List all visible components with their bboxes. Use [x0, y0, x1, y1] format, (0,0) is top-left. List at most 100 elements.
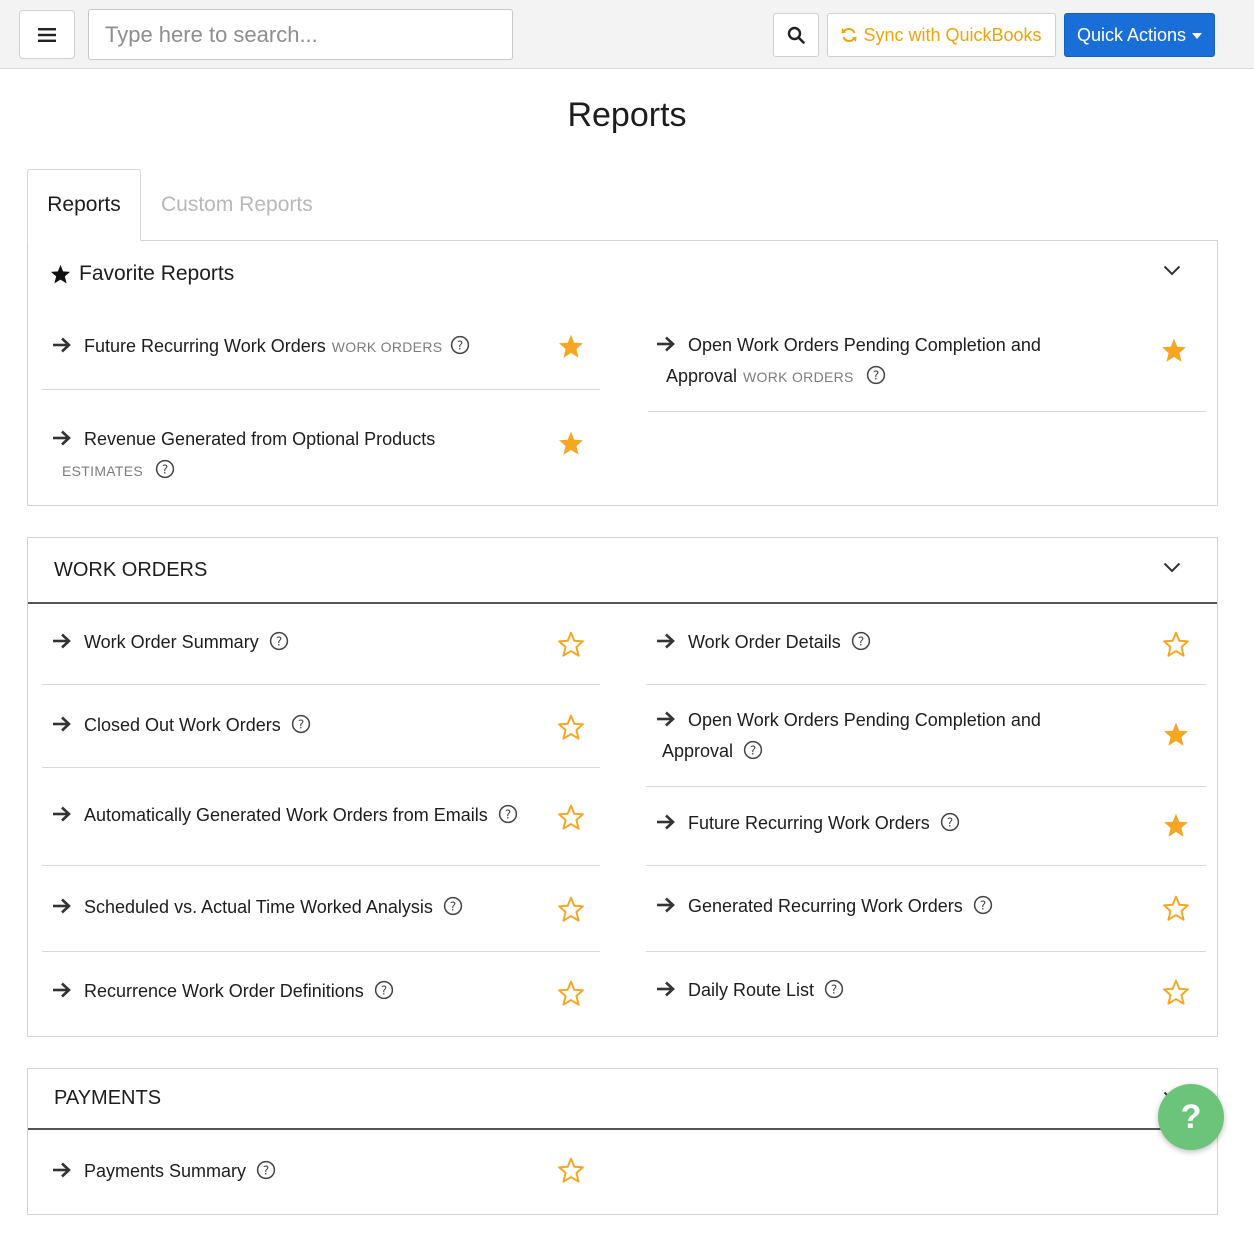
favorite-item-label-continued: Approval	[666, 366, 738, 386]
favorite-item-revenue-optional[interactable]: Revenue Generated from Optional Products…	[42, 424, 582, 486]
svg-text:?: ?	[263, 1163, 269, 1177]
svg-text:?: ?	[298, 718, 304, 732]
help-circle-icon[interactable]: ?	[940, 812, 960, 832]
svg-text:?: ?	[381, 984, 387, 998]
report-category-tag: WORK ORDERS	[331, 339, 443, 355]
tab-custom-reports[interactable]: Custom Reports	[161, 169, 351, 241]
report-item-label: Payments Summary	[84, 1160, 247, 1181]
work-orders-header[interactable]: WORK ORDERS	[28, 538, 1217, 604]
report-item[interactable]: Scheduled vs. Actual Time Worked Analysi…	[42, 892, 562, 926]
help-button[interactable]: ?	[1158, 1084, 1224, 1150]
star-icon	[50, 264, 71, 284]
favorite-item-future-recurring[interactable]: Future Recurring Work Orders WORK ORDERS?	[42, 330, 600, 364]
help-circle-icon[interactable]: ?	[743, 740, 763, 760]
report-item-label: Recurrence Work Order Definitions	[84, 981, 364, 1001]
help-circle-icon[interactable]: ?	[155, 459, 175, 479]
help-circle-icon[interactable]: ?	[824, 979, 844, 999]
favorite-item-label: Future Recurring Work Orders	[84, 336, 326, 356]
help-circle-icon[interactable]: ?	[866, 365, 886, 385]
star-icon[interactable]	[1163, 895, 1189, 921]
favorite-reports-header[interactable]: Favorite Reports	[28, 241, 1217, 307]
divider	[42, 389, 600, 390]
star-icon[interactable]	[558, 430, 584, 456]
help-circle-icon[interactable]: ?	[498, 804, 518, 824]
svg-text:?: ?	[831, 983, 837, 997]
caret-down-icon	[1192, 33, 1203, 39]
arrow-right-icon	[53, 982, 71, 998]
arrow-right-icon	[657, 711, 675, 727]
help-circle-icon[interactable]: ?	[973, 895, 993, 915]
report-item[interactable]: Open Work Orders Pending Completion and A…	[646, 705, 1146, 769]
payments-card: PAYMENTS	[27, 1068, 1218, 1215]
star-icon[interactable]	[558, 631, 584, 657]
star-icon[interactable]	[1163, 631, 1189, 657]
arrow-right-icon	[53, 430, 71, 446]
favorite-item-open-pending[interactable]: Open Work Orders Pending Completion and A…	[646, 330, 1206, 396]
report-item[interactable]: Work Order Details?	[646, 627, 1146, 661]
svg-text:?: ?	[858, 635, 864, 649]
payments-header[interactable]: PAYMENTS	[28, 1069, 1217, 1130]
arrow-right-icon	[657, 981, 675, 997]
report-item[interactable]: Automatically Generated Work Orders from…	[42, 800, 562, 834]
quick-actions-button[interactable]: Quick Actions	[1064, 13, 1215, 57]
svg-text:?: ?	[980, 899, 986, 913]
report-item[interactable]: Future Recurring Work Orders?	[646, 808, 1146, 842]
star-icon[interactable]	[1161, 337, 1187, 363]
star-icon[interactable]	[1163, 979, 1189, 1005]
divider	[646, 684, 1206, 685]
arrow-right-icon	[657, 814, 675, 830]
sync-quickbooks-button[interactable]: Sync with QuickBooks	[827, 13, 1056, 57]
report-item-label: Work Order Summary	[84, 632, 259, 652]
star-icon[interactable]	[558, 980, 584, 1006]
search-button[interactable]	[773, 13, 819, 57]
arrow-right-icon	[657, 336, 675, 352]
quick-actions-label: Quick Actions	[1076, 24, 1187, 45]
arrow-right-icon	[657, 897, 675, 913]
report-item[interactable]: Closed Out Work Orders?	[42, 710, 562, 744]
help-circle-icon[interactable]: ?	[269, 631, 289, 651]
chevron-down-icon[interactable]	[1163, 265, 1181, 276]
section-title: WORK ORDERS	[54, 558, 208, 581]
favorite-reports-title: Favorite Reports	[79, 262, 235, 285]
svg-text:?: ?	[873, 369, 879, 383]
chevron-down-icon[interactable]	[1163, 562, 1181, 573]
divider	[648, 411, 1206, 412]
arrow-right-icon	[657, 633, 675, 649]
divider	[42, 684, 600, 685]
star-icon[interactable]	[558, 804, 584, 830]
help-circle-icon[interactable]: ?	[851, 631, 871, 651]
report-category-tag: WORK ORDERS	[743, 369, 854, 385]
help-circle-icon[interactable]: ?	[256, 1160, 276, 1180]
star-icon[interactable]	[558, 1157, 584, 1183]
menu-icon	[38, 27, 56, 42]
menu-button[interactable]	[19, 10, 75, 59]
help-circle-icon[interactable]: ?	[450, 335, 470, 355]
report-item[interactable]: Daily Route List?	[646, 975, 1146, 1009]
report-item-label: Automatically Generated Work Orders from…	[84, 805, 488, 825]
help-circle-icon[interactable]: ?	[374, 980, 394, 1000]
report-item-label: Open Work Orders Pending Completion and	[688, 710, 1041, 730]
help-circle-icon[interactable]: ?	[291, 714, 311, 734]
page-title: Reports	[567, 96, 687, 134]
report-item[interactable]: Generated Recurring Work Orders?	[646, 891, 1146, 925]
svg-text:?: ?	[162, 463, 168, 477]
svg-text:?: ?	[505, 808, 511, 822]
star-icon[interactable]	[1163, 812, 1189, 838]
star-icon[interactable]	[558, 896, 584, 922]
report-item-payments-summary[interactable]: Payments Summary?	[42, 1154, 582, 1188]
report-item[interactable]: Work Order Summary?	[42, 627, 562, 661]
sync-icon	[841, 27, 857, 43]
tab-reports[interactable]: Reports	[27, 169, 141, 241]
report-item-label: Scheduled vs. Actual Time Worked Analysi…	[84, 897, 433, 917]
search-input[interactable]	[88, 9, 513, 60]
section-title: PAYMENTS	[54, 1087, 162, 1109]
arrow-right-icon	[53, 806, 71, 822]
report-item[interactable]: Recurrence Work Order Definitions?	[42, 976, 562, 1010]
star-icon[interactable]	[558, 714, 584, 740]
report-item-label-continued: Approval	[662, 741, 734, 761]
report-item-label: Future Recurring Work Orders	[688, 813, 930, 833]
top-bar: Sync with QuickBooks Quick Actions	[0, 0, 1254, 69]
star-icon[interactable]	[558, 333, 584, 359]
star-icon[interactable]	[1163, 721, 1189, 747]
help-circle-icon[interactable]: ?	[443, 896, 463, 916]
